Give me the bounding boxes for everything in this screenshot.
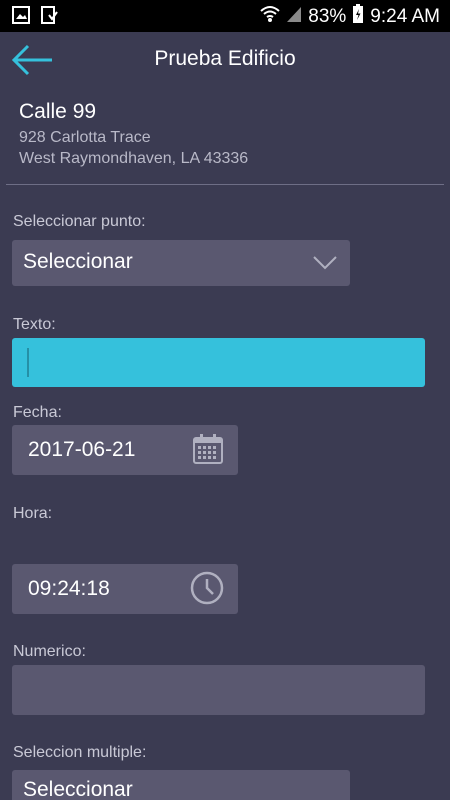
wifi-icon — [260, 5, 280, 29]
battery-percent: 83% — [308, 6, 347, 27]
numeric-label: Numerico: — [13, 643, 86, 660]
point-label: Seleccionar punto: — [13, 213, 146, 230]
image-icon — [12, 6, 30, 29]
battery-icon — [352, 4, 364, 30]
multi-select[interactable]: Seleccionar — [12, 770, 350, 800]
divider — [6, 184, 444, 185]
date-field[interactable]: 2017-06-21 — [12, 425, 238, 475]
page-title: Prueba Edificio — [154, 47, 296, 70]
clock-time: 9:24 AM — [370, 6, 440, 27]
point-select[interactable]: Seleccionar — [12, 240, 350, 286]
date-label: Fecha: — [13, 404, 62, 421]
point-select-value: Seleccionar — [23, 250, 133, 273]
calendar-icon[interactable] — [192, 433, 224, 470]
time-value: 09:24:18 — [28, 577, 110, 600]
address-block: Calle 99 928 Carlotta Trace West Raymond… — [19, 100, 248, 167]
clock-icon[interactable] — [190, 571, 224, 610]
signal-icon — [286, 5, 302, 29]
text-input[interactable] — [12, 338, 425, 387]
app-bar: Prueba Edificio — [0, 32, 450, 88]
numeric-input[interactable] — [12, 665, 425, 715]
time-label: Hora: — [13, 505, 53, 522]
chevron-down-icon — [312, 252, 338, 277]
address-line-1: 928 Carlotta Trace — [19, 129, 151, 146]
text-cursor — [27, 348, 29, 377]
multi-select-value: Seleccionar — [23, 778, 133, 800]
multi-select-label: Seleccion multiple: — [13, 744, 147, 761]
text-label: Texto: — [13, 316, 56, 333]
download-done-icon — [40, 6, 58, 29]
date-value: 2017-06-21 — [28, 438, 136, 461]
address-line-2: West Raymondhaven, LA 43336 — [19, 150, 249, 167]
status-bar: 83% 9:24 AM — [0, 0, 450, 32]
address-name: Calle 99 — [19, 100, 97, 123]
time-field[interactable]: 09:24:18 — [12, 564, 238, 614]
